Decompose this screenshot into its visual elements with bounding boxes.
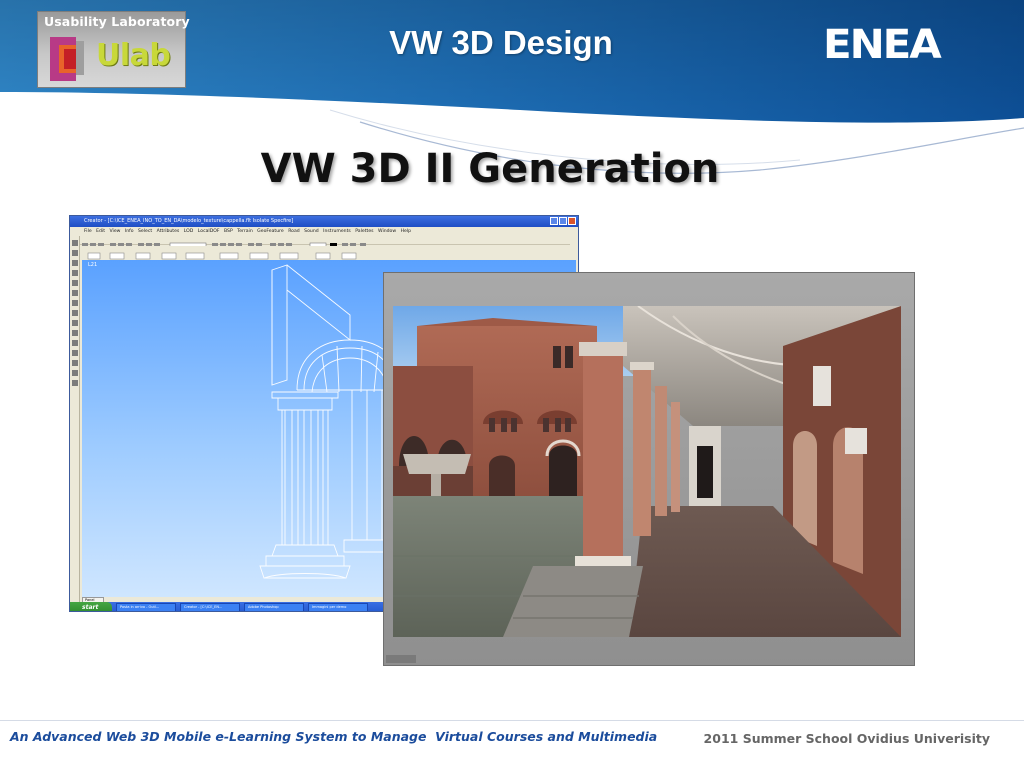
creator-toolbar (80, 236, 570, 250)
taskbar-item: Immagini per demo (308, 603, 368, 611)
cloister-render-screenshot (383, 272, 915, 666)
creator-menubar: File Edit View Info Select Attributes LO… (84, 229, 412, 234)
creator-titlebar: Creator - [C:\ICE_ENEA_INO_TO_EN_DA\mode… (70, 216, 578, 227)
minimize-icon (550, 217, 558, 225)
footer-project-title: An Advanced Web 3D Mobile e-Learning Sys… (10, 729, 658, 744)
viewport-label: L21 (88, 262, 98, 268)
taskbar-item: Posta in arrivo - Outl... (116, 603, 176, 611)
footer-event-label: 2011 Summer School Ovidius Univerisity (703, 731, 990, 746)
close-icon (568, 217, 576, 225)
window-controls (550, 217, 576, 225)
enea-logo-text: ENEA (823, 22, 942, 68)
creator-tool-palette (70, 236, 80, 606)
taskbar-item: Creator - [C:\ICE_EN... (180, 603, 240, 611)
main-title: VW 3D II Generation (260, 146, 720, 192)
taskbar-item: Adobe Photoshop (244, 603, 304, 611)
start-button: start (70, 602, 112, 611)
enea-logo: ENEA (823, 22, 949, 68)
maximize-icon (559, 217, 567, 225)
footer-divider (0, 720, 1024, 721)
cloister-3d-scene (393, 306, 901, 637)
creator-coords-bar (80, 246, 380, 260)
render-status-bar (386, 655, 416, 663)
